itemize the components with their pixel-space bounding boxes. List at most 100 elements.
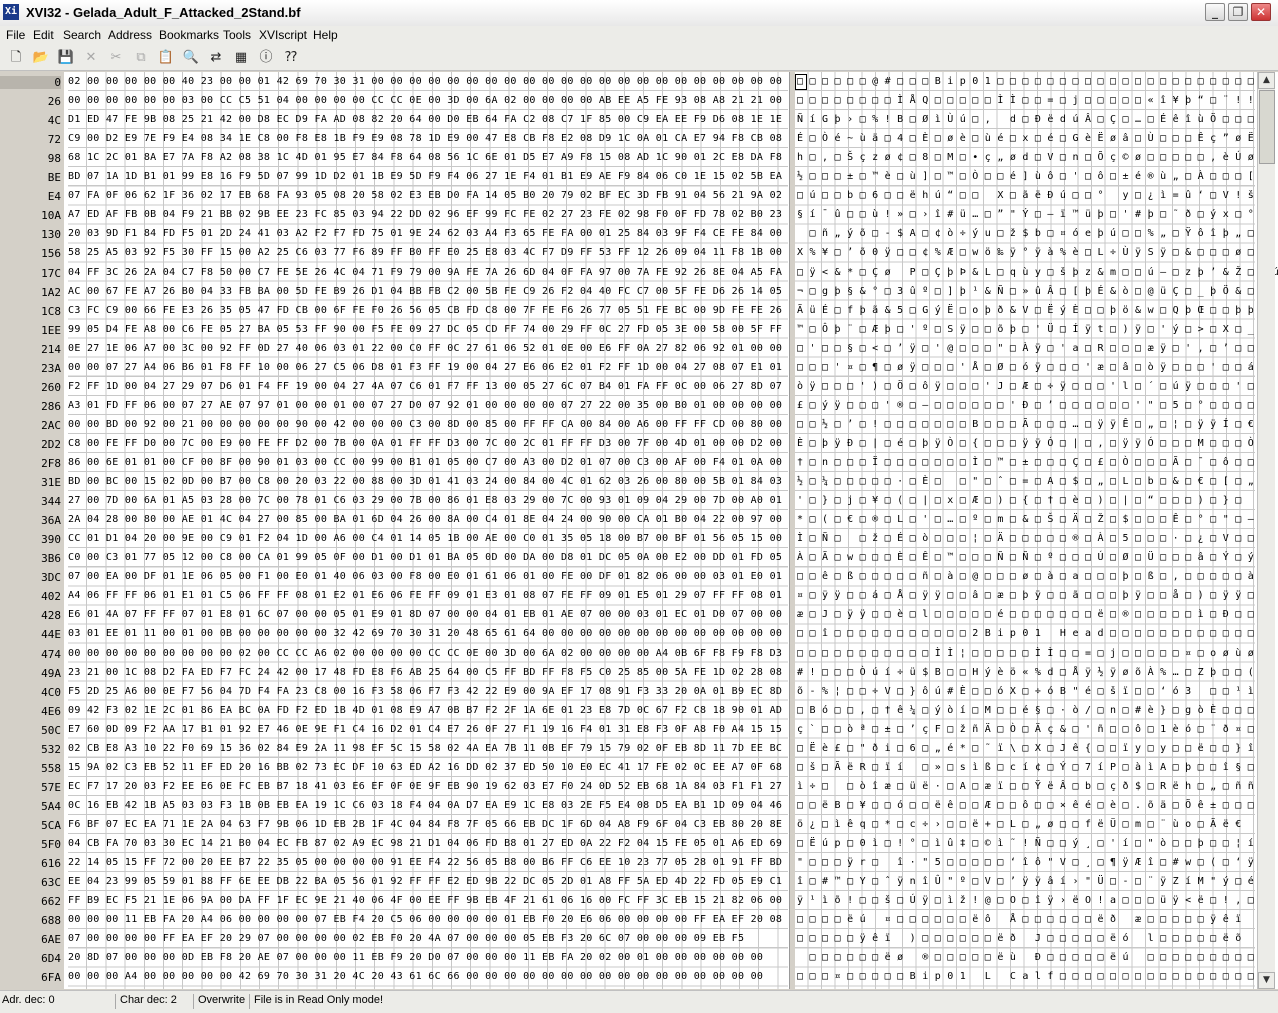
new-file-icon[interactable]: 🗋 [7,49,25,67]
scroll-down-icon[interactable]: ▼ [1258,972,1275,989]
text-row[interactable]: □Ëúp□0ì□!°□ìû‡□©ì˜!Ñ□□ý¸□'í□"ò□□þ□□¦íi [797,838,1273,849]
text-row[interactable]: Ì□Ñ□ □ž□É□ò□□□¦□Ä□□□□□®□À□5□□□·□¿□V□□□ [797,533,1273,544]
text-row[interactable]: È□þÿÐ□|□é□þÿÒ□{□□□ÿÿÓ□|□,□ÿÿÓ□□□M□□□Ò□ [797,438,1273,449]
hex-row[interactable]: 00 00 00 00 00 00 03 00 CC C5 51 04 00 0… [68,95,782,106]
menu-xviscript[interactable]: XVIscript [259,28,307,42]
text-row[interactable]: □□½□’□!□□□□□□□B□□□Ã□□□…□ÿÿÊ□„□¦□ÿÿÍ□€□ [797,419,1273,430]
text-row[interactable]: '□}□j□¥□(□|□x□Æ□)□{□†□è□)□|□“□□□)□}□ □ [797,495,1273,506]
scroll-thumb[interactable] [1259,90,1275,164]
text-row[interactable]: †□n□□□Ï□□□□□□□Ì□™□±□□□Ç□£□Ò□□□Ã□¯□ô□□□ [797,457,1273,468]
hex-row[interactable]: 09 42 F3 02 1E 2C 01 86 EA BC 0A FD F2 E… [68,705,782,716]
hex-row[interactable]: F5 2D 25 A6 00 0E F7 56 04 7D F4 FA 23 C… [68,686,782,697]
menu-search[interactable]: Search [63,28,101,42]
text-row[interactable]: ç`□□òª□±□’çF□žñÄ□Ò□Äç&□'ñ□□ô□1èó□¨ð¤□□ [797,724,1273,735]
text-row[interactable]: òÿ□□□')□Ö□ôÿ□□□'J□Æ□÷ÿ□□□'l□´□úÿ□□□'□□ [797,381,1273,392]
hex-row[interactable]: C0 00 C3 01 77 05 12 00 C8 00 CA 01 99 0… [68,552,782,563]
hex-row[interactable]: 22 14 05 15 FF 72 00 20 EE B7 22 35 05 0… [68,857,782,868]
hex-row[interactable]: BD 07 1A 1D B1 01 99 E8 16 F9 5D 07 99 1… [68,171,782,182]
maximize-icon[interactable]: ❐ [1228,3,1248,21]
paste-icon[interactable]: 📋 [157,49,175,67]
hex-row[interactable]: F6 BF 07 EC EA 71 1E 2A 04 63 F7 9B 06 1… [68,819,782,830]
open-folder-icon[interactable]: 📂 [32,49,50,67]
text-row[interactable]: ö¿□ìêq□*□c÷›□□ë+□L□„ø□□fëÜ□m□¨ùo□Ãë€ Ž [797,819,1273,830]
text-row[interactable]: □ú□□b□6□□ëhú“□□ X□ãëÐú□□° y□¿ì=û‘□V!š□ [797,190,1273,201]
text-row[interactable]: □š□ÃëR□ïí □»□sìß□cí¢□Ý□7íP□àìA□þ□□î§□h [797,762,1273,773]
text-row[interactable]: □□□□□□@#□□□Bip01□□□□□□□□□□□□□□□□□□□□□□ [797,76,1273,87]
text-row[interactable]: ¤□ÿÿ□□á□Å□ÿÿ□□â□æ□þÿ□□ã□□□þÿ□□å□)□ÿÿ□□ [797,590,1273,601]
hex-row[interactable]: C3 FC C9 00 66 FE E3 26 35 05 47 FD CB 0… [68,305,782,316]
text-row[interactable]: ì÷□ □òîæ□üë·□A□æï□□ŸëÂ□b□çð$□Rëh□„□ññ' [797,781,1273,792]
text-row[interactable]: □□□□□□□□ÌÅQ□□□□□ÌÌ□□=□j□□□□□«î¥þ“□¨!!□ [797,95,1273,106]
text-row[interactable]: □□□¤□□□□□Bip01 L Calf□□□□□□□□□□□□□□□□ [797,971,1260,982]
text-row[interactable]: £□ýÿ□□□'®□—□□□□□□'Ð□’□□□□□□'"□5□°□□□□□ [797,400,1273,411]
hex-row[interactable]: FF B9 EC F5 21 1E 06 9A 00 DA FF 1F EC 9… [68,895,782,906]
hex-row[interactable]: E7 60 0D 09 F2 AA 17 B1 01 92 E7 46 0E 9… [68,724,782,735]
text-row[interactable]: î□#™□Y□ˆÿnîÛ"º□V□’ÿÿâí›"Ü□-□¨ÿZíM"ý□éÁ [797,876,1273,887]
text-row[interactable]: □□ëB□¥□□ó□□ëê□□Æ□□ô□□×êé□è□.õä□Õê±□□□F [797,800,1273,811]
hex-row[interactable]: 99 05 D4 FE A8 00 C6 FE 05 27 BA 05 53 F… [68,324,782,335]
status-mode[interactable]: Overwrite [196,994,250,1009]
text-row[interactable]: h□,□Šçzø¢□8□M□•ç„ød□V□n□Õç©ø□□­□□□,èÚø [797,152,1260,163]
hex-row[interactable]: 03 01 EE 01 11 00 01 00 0B 00 00 00 00 0… [68,628,782,639]
hex-row[interactable]: 86 00 6E 01 01 00 CF 00 8F 00 90 01 03 0… [68,457,782,468]
text-row[interactable]: §í¯û□□ù!»□›î#ü…□”"Ý□–ï™üþ□'#þ□˜ð□ýx□°# [797,209,1273,220]
hex-row[interactable]: A4 06 FF FF 06 01 E1 01 C5 06 FF FF 08 0… [68,590,782,601]
hex-row[interactable]: 02 00 00 00 00 00 40 23 00 00 01 42 69 7… [68,76,782,87]
text-panel[interactable]: □□□□□□@#□□□Bip01□□□□□□□□□□□□□□□□□□□□□□ □□… [795,72,1278,989]
properties-icon[interactable]: ▦ [232,49,250,67]
find-icon[interactable]: 🔍 [182,49,200,67]
hex-row[interactable]: 04 CB FA 70 03 30 EC 14 21 B0 04 EC FB 8… [68,838,782,849]
hex-row[interactable]: D1 ED 47 FE 9B 08 25 21 42 00 D8 EC D9 F… [68,114,782,125]
copy-icon[interactable]: ⧉ [132,49,150,67]
text-row[interactable]: □□□□□□ëø ®□□□□□ëù Ð□□□□□ëú □□□□□□□□□ [797,952,1260,963]
text-row[interactable]: ÑíGþ›□%!B□ØìÙú­□‚ d□ÐëdúÂ□Ç□…□ÉêîùÖ□□□ [797,114,1260,125]
text-row[interactable]: □ñ„ýõ□-$A□¢ò÷ýu□ž$b□¤óeþú□□%„□Ÿôîþ„□ [797,228,1260,239]
hex-row[interactable]: 2A 04 28 00 80 00 AE 01 4C 04 27 00 85 0… [68,514,782,525]
menu-file[interactable]: File [6,28,25,42]
text-row[interactable]: □'□□§□<□’ÿ□'@□□□"□Àÿ□'a□R□□□æÿ□'‚□’□□□ [797,343,1273,354]
hex-editor-area[interactable]: 0 26 4C 72 98 BE E4 10A 130 156 17C 1A2 1C8 1EE 214 23A… [0,72,1278,989]
hex-row[interactable]: E6 01 4A 07 FF FF 07 01 E8 01 6C 07 00 0… [68,609,782,620]
menu-edit[interactable]: Edit [33,28,54,42]
hex-row[interactable]: 15 9A 02 C3 EB 52 11 EF ED 20 16 BB 02 7… [68,762,782,773]
hex-row[interactable]: 0C 16 EB 42 1B A5 03 03 F3 1B 0B EB EA 1… [68,800,782,811]
replace-icon[interactable]: ⇄ [207,49,225,67]
hex-row[interactable]: F2 FF 1D 00 04 27 29 07 D6 01 F4 FF 19 0… [68,381,782,392]
hex-row[interactable]: 04 FF 3C 26 2A 04 C7 F8 50 00 C7 FE 5E 2… [68,267,782,278]
hex-row[interactable]: BD 00 BC 00 15 02 0D 00 B7 00 C8 00 20 0… [68,476,782,487]
hex-row[interactable]: 07 00 00 00 00 FF EA EF 20 29 07 00 00 0… [68,933,744,944]
hex-row[interactable]: 0E 27 1E 06 A7 00 3C 00 92 FF 0D 27 40 0… [68,343,782,354]
hex-row[interactable]: 20 03 9D F1 84 FD F5 01 2D 24 41 03 A2 F… [68,228,782,239]
hex-row[interactable]: 07 FA 0F 06 62 1F 36 02 17 EB 68 FA 93 0… [68,190,782,201]
hex-row[interactable]: 00 00 BD 00 92 00 21 00 00 00 00 00 90 0… [68,419,782,430]
hex-panel[interactable]: 02 00 00 00 00 00 40 23 00 00 01 42 69 7… [68,72,788,989]
text-row[interactable]: □□□□□□□□□□□ÌÌ¦□□□□□ÌÌ□□=□j□□□□□¤□oøùøÓ [797,648,1273,659]
text-row[interactable]: *□(□€□®□L□'□…□º□m□&□Š□Ä□Ž□$□□□Ê□°□"□—□ [797,514,1273,525]
text-row[interactable]: □Ëè£□"ði□6□„é*□˜ï\□X□Jê{□□ïy□y□□ë□□}î¼ [797,743,1273,754]
menu-bookmarks[interactable]: Bookmarks [159,28,219,42]
text-row[interactable]: □□□□ëú ¤□□□□□□ëô Å□□□□□□ëð æ□□□□□ÿêï □ [797,914,1273,925]
text-row[interactable]: ½□¼□□□□□·□È□ □"□ˆ□=□A□$□„□L□b□&□€□[□„□ [797,476,1273,487]
text-row[interactable]: □□î□□□□□□□□□□□2Bip01 Head□□□□□□□□□□□□□ [797,628,1273,639]
hex-row[interactable]: A3 01 FD FF 06 00 07 27 AE 07 97 01 00 0… [68,400,782,411]
hex-editor-app-icon[interactable]: Xi [3,4,19,20]
text-row[interactable]: □ÿ<&*□Çø P□ÇþÞ&L□qùy□šþz&m□□ú—□zþ’&Ž□¥ú [797,267,1278,278]
hex-row[interactable]: 00 00 00 11 EB FA 20 A4 06 00 00 00 00 0… [68,914,782,925]
text-row[interactable]: ¬□gþ§&°□3ûº□]þ¹&Ñ□»ûÂ□[þÉ&ò□@üÇ□_þÖ&□□ [797,286,1273,297]
text-row[interactable]: ½□□□±□™è□ù]□™□Ò□□é]ùô□'□ô□±é®ù„□À□□□[ê [797,171,1273,182]
text-row[interactable]: □□□'¤□¶□øÿ□□□'Å□Ø□óÿ□□□'æ□â□òÿ□□□'□□á□ [797,362,1273,373]
scroll-up-icon[interactable]: ▲ [1258,72,1275,89]
close-file-icon[interactable]: ✕ [82,49,100,67]
text-row[interactable]: □Bó□□,□†ê¼□ýòí□M□□é§□·ò/□n□#è}□gòÈ□□□­ [797,705,1260,716]
text-row[interactable]: õ-%¦□□÷V□}ôú#È□□óX□÷óB"é□šï□□‘ó3 □□¹ì□ [797,686,1273,697]
hex-row[interactable]: AC 00 67 FE A7 26 B0 04 33 FB BA 00 5D F… [68,286,782,297]
text-row[interactable]: □□□□□ÿêï )□□□□□□ëð J□□□□□ëó l□□□□□ëõ [797,933,1248,944]
hex-row[interactable]: A7 ED AF FB 0B 04 F9 21 BB 02 9B EE 23 F… [68,209,782,220]
save-icon[interactable]: 💾 [57,49,75,67]
menu-help[interactable]: Help [313,28,338,42]
hex-row[interactable]: 23 21 00 1C 08 D2 FA ED F7 FC 24 42 00 1… [68,667,782,678]
hex-row[interactable]: 00 00 00 A4 00 00 00 00 00 42 69 70 30 3… [68,971,763,982]
text-row[interactable]: æ□J□ÿÿ□□è□l□□□□□é□□□□□□□ë□®□□□□□ì□Ð□□□ [797,609,1273,620]
hex-row[interactable]: 07 00 EA 00 DF 01 1E 06 05 00 F1 00 E0 0… [68,571,782,582]
text-row[interactable]: ÿ¹ìõ!□□š□Úÿ□ìž!@□O□îÿ›ëO!a□□□üÿ<ë□!‚□□ [797,895,1273,906]
